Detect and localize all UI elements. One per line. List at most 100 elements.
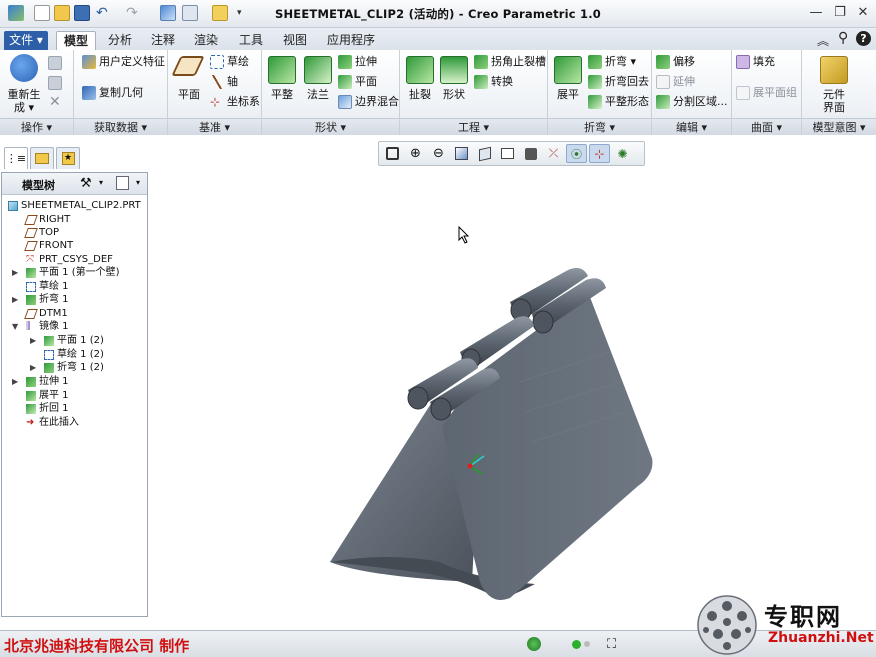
group-bend-label[interactable]: 折弯 ▾ [548, 118, 651, 135]
find-icon[interactable]: ⛶ [607, 637, 616, 652]
tree-settings-chevron-icon[interactable]: ▾ [99, 178, 103, 187]
fill-button[interactable]: 填充 [736, 55, 775, 69]
reorient-icon[interactable] [474, 144, 495, 163]
copy-icon[interactable] [48, 56, 62, 70]
tree-item-insert-here[interactable]: ➜ 在此插入 [26, 416, 79, 429]
regenerate-icon[interactable] [10, 54, 38, 82]
tab-render[interactable]: 渲染 [188, 31, 224, 50]
form-icon[interactable] [440, 56, 468, 84]
planar-button[interactable]: 平面 [338, 75, 377, 89]
tree-item-right[interactable]: RIGHT [24, 213, 70, 226]
flat-pattern-button[interactable]: 平整形态 [588, 95, 649, 109]
group-surface-label[interactable]: 曲面 ▾ [732, 118, 801, 135]
tab-favorites[interactable]: ★ [56, 147, 80, 169]
csys-display-icon[interactable]: ⊹ [589, 144, 610, 163]
tree-item-flat-wall-2[interactable]: 平面 1 (2) [44, 334, 104, 347]
bend-back-button[interactable]: 折弯回去 [588, 75, 649, 89]
group-engineering-label[interactable]: 工程 ▾ [400, 118, 547, 135]
offset-button[interactable]: 偏移 [656, 55, 695, 69]
blend-button[interactable]: 边界混合 [338, 95, 399, 109]
udf-button[interactable]: 用户定义特征 [82, 55, 165, 69]
zoom-in-icon[interactable]: ⊕ [405, 144, 426, 163]
show-columns-icon[interactable] [116, 176, 129, 190]
group-edit-label[interactable]: 编辑 ▾ [652, 118, 731, 135]
tree-item-sketch[interactable]: 草绘 1 [26, 280, 69, 293]
extend-button[interactable]: 延伸 [656, 75, 695, 89]
tab-tools[interactable]: 工具 [232, 31, 270, 50]
tree-settings-icon[interactable]: ⚒ [80, 176, 92, 191]
plane-button-label[interactable]: 平面 [172, 88, 206, 101]
tab-applications[interactable]: 应用程序 [320, 31, 382, 50]
unbend-label[interactable]: 展平 [550, 88, 586, 101]
restore-button[interactable]: ❐ [830, 4, 850, 22]
split-button[interactable]: 分割区域... [656, 95, 728, 109]
tab-view[interactable]: 视图 [278, 31, 312, 50]
regenerate-button[interactable]: 重新生 成 ▾ [4, 88, 44, 114]
tab-file[interactable]: 文件 ▾ [4, 31, 48, 50]
repaint-icon[interactable] [451, 144, 472, 163]
tree-item-sketch-2[interactable]: 草绘 1 (2) [44, 348, 104, 361]
flat-wall-icon[interactable] [268, 56, 296, 84]
axis-button[interactable]: 轴 [210, 75, 238, 89]
rip-icon[interactable] [406, 56, 434, 84]
rip-label[interactable]: 扯裂 [402, 88, 438, 101]
tree-item-flat-wall[interactable]: 平面 1 (第一个壁) [26, 266, 120, 279]
tree-item-bend-back[interactable]: 折回 1 [26, 402, 69, 415]
flange-icon[interactable] [304, 56, 332, 84]
collapse-ribbon-icon[interactable]: ︽ [817, 32, 829, 49]
tree-item-extrude[interactable]: 拉伸 1 [26, 375, 69, 388]
tree-item-unbend[interactable]: 展平 1 [26, 389, 69, 402]
expand-icon[interactable]: ▶ [12, 268, 20, 277]
form-label[interactable]: 形状 [436, 88, 472, 101]
tree-item-dtm1[interactable]: DTM1 [24, 307, 68, 320]
bend-button[interactable]: 折弯 ▾ [588, 55, 636, 69]
unbend-icon[interactable] [554, 56, 582, 84]
flat-wall-label[interactable]: 平整 [264, 88, 300, 101]
show-chevron-icon[interactable]: ▾ [136, 178, 140, 187]
group-shapes-label[interactable]: 形状 ▾ [262, 118, 399, 135]
saved-views-icon[interactable] [497, 144, 518, 163]
axis-display-icon[interactable]: ⦿ [566, 144, 587, 163]
zoom-out-icon[interactable]: ⊖ [428, 144, 449, 163]
group-datum-label[interactable]: 基准 ▾ [168, 118, 261, 135]
convert-button[interactable]: 转换 [474, 75, 513, 89]
expand-icon[interactable]: ▶ [30, 363, 38, 372]
extrude-button[interactable]: 拉伸 [338, 55, 377, 69]
sketch-button[interactable]: 草绘 [210, 55, 249, 69]
expand-icon[interactable]: ▶ [30, 336, 38, 345]
csys-button[interactable]: ⊹ 坐标系 [210, 95, 260, 109]
tab-analysis[interactable]: 分析 [103, 31, 137, 50]
tab-model-tree[interactable]: ⋮≡ [4, 147, 28, 169]
collapse-icon[interactable]: ▼ [12, 322, 20, 331]
copy-geom-button[interactable]: 复制几何 [82, 86, 143, 100]
component-interface-button[interactable]: 元件 界面 [812, 88, 856, 114]
refit-icon[interactable] [382, 144, 403, 163]
tree-item-front[interactable]: FRONT [24, 239, 73, 252]
sheetmetal-clip-model[interactable] [320, 262, 670, 607]
model-status-icon[interactable] [527, 637, 541, 651]
display-style-icon[interactable] [520, 144, 541, 163]
corner-relief-button[interactable]: 拐角止裂槽 [474, 55, 546, 69]
tree-root[interactable]: SHEETMETAL_CLIP2.PRT [8, 199, 141, 212]
group-get-data-label[interactable]: 获取数据 ▾ [74, 118, 167, 135]
datum-display-icon[interactable]: ⤫ [543, 144, 564, 163]
search-icon[interactable]: ⚲ [838, 30, 848, 46]
tab-folder-browser[interactable] [30, 147, 54, 169]
group-operations-label[interactable]: 操作 ▾ [0, 118, 73, 135]
spin-center-icon[interactable]: ✺ [612, 144, 633, 163]
expand-icon[interactable]: ▶ [12, 377, 20, 386]
expand-icon[interactable]: ▶ [12, 295, 20, 304]
close-button[interactable]: ✕ [853, 4, 873, 22]
help-icon[interactable]: ? [856, 31, 871, 46]
tree-item-bend[interactable]: 折弯 1 [26, 293, 69, 306]
tab-model[interactable]: 模型 [56, 31, 96, 50]
component-interface-icon[interactable] [820, 56, 848, 84]
flange-label[interactable]: 法兰 [300, 88, 336, 101]
tree-item-bend-2[interactable]: 折弯 1 (2) [44, 361, 104, 374]
delete-icon[interactable]: ✕ [49, 94, 61, 110]
minimize-button[interactable]: — [806, 4, 826, 22]
tree-item-top[interactable]: TOP [24, 226, 59, 239]
tab-annotate[interactable]: 注释 [145, 31, 181, 50]
paste-icon[interactable] [48, 76, 62, 90]
tree-item-csys[interactable]: ⤧ PRT_CSYS_DEF [26, 253, 113, 266]
